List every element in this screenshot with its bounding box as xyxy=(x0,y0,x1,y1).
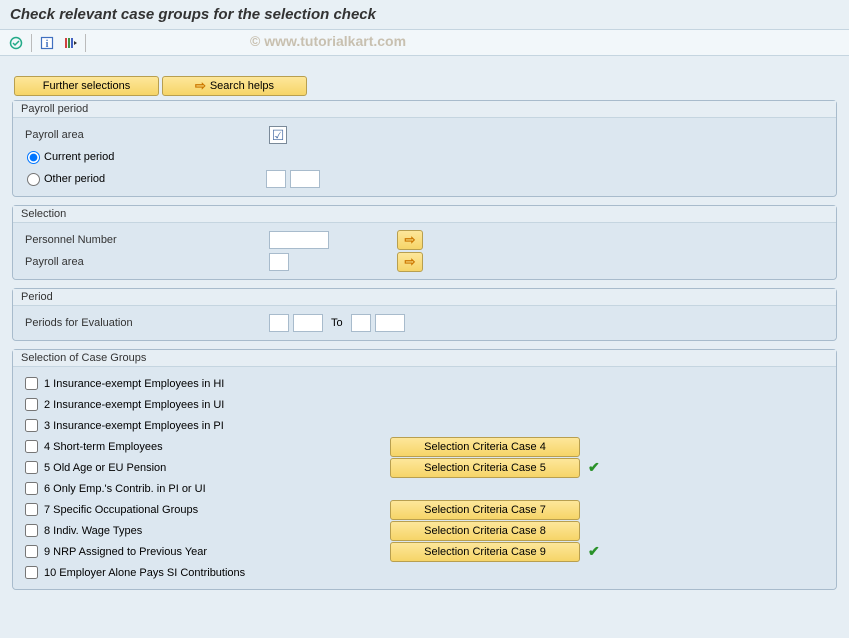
page-title: Check relevant case groups for the selec… xyxy=(0,0,849,30)
case-row: 8 Indiv. Wage Types Selection Criteria Ca… xyxy=(25,520,824,541)
criteria-button[interactable]: Selection Criteria Case 7 xyxy=(390,500,580,520)
case-checkbox[interactable] xyxy=(25,461,38,474)
case-row: 1 Insurance-exempt Employees in HI xyxy=(25,373,824,394)
case-checkbox[interactable] xyxy=(25,398,38,411)
further-selections-button[interactable]: Further selections xyxy=(14,76,159,96)
payroll-area-more-button[interactable]: ⇨ xyxy=(397,252,423,272)
group-title: Selection of Case Groups xyxy=(13,350,836,366)
case-checkbox[interactable] xyxy=(25,419,38,432)
period-from-1[interactable] xyxy=(269,314,289,332)
criteria-button[interactable]: Selection Criteria Case 9 xyxy=(390,542,580,562)
case-row: 5 Old Age or EU Pension Selection Criteri… xyxy=(25,457,824,478)
case-label: 4 Short-term Employees xyxy=(44,441,384,453)
case-checkbox[interactable] xyxy=(25,566,38,579)
svg-text:i: i xyxy=(46,39,49,50)
case-checkbox[interactable] xyxy=(25,377,38,390)
to-label: To xyxy=(327,317,347,329)
selection-group: Selection Personnel Number ⇨ Payroll are… xyxy=(12,205,837,280)
case-checkbox[interactable] xyxy=(25,524,38,537)
case-label: 2 Insurance-exempt Employees in UI xyxy=(44,399,384,411)
personnel-number-input[interactable] xyxy=(269,231,329,249)
group-title: Payroll period xyxy=(13,101,836,117)
criteria-button[interactable]: Selection Criteria Case 8 xyxy=(390,521,580,541)
search-helps-label: Search helps xyxy=(210,80,274,92)
criteria-button[interactable]: Selection Criteria Case 4 xyxy=(390,437,580,457)
arrow-icon: ⇨ xyxy=(195,78,206,94)
case-row: 6 Only Emp.'s Contrib. in PI or UI xyxy=(25,478,824,499)
case-checkbox[interactable] xyxy=(25,440,38,453)
execute-icon[interactable] xyxy=(6,34,26,52)
case-groups-group: Selection of Case Groups 1 Insurance-exe… xyxy=(12,349,837,590)
case-label: 10 Employer Alone Pays SI Contributions xyxy=(44,567,384,579)
personnel-number-label: Personnel Number xyxy=(25,234,265,246)
other-period-input-1[interactable] xyxy=(266,170,286,188)
case-label: 7 Specific Occupational Groups xyxy=(44,504,384,516)
case-checkbox[interactable] xyxy=(25,545,38,558)
case-label: 5 Old Age or EU Pension xyxy=(44,462,384,474)
case-label: 8 Indiv. Wage Types xyxy=(44,525,384,537)
personnel-number-more-button[interactable]: ⇨ xyxy=(397,230,423,250)
case-row: 2 Insurance-exempt Employees in UI xyxy=(25,394,824,415)
period-group: Period Periods for Evaluation To xyxy=(12,288,837,341)
payroll-area-label: Payroll area xyxy=(25,129,265,141)
case-label: 9 NRP Assigned to Previous Year xyxy=(44,546,384,558)
current-period-label: Current period xyxy=(44,151,114,163)
case-label: 3 Insurance-exempt Employees in PI xyxy=(44,420,384,432)
separator xyxy=(31,34,32,52)
check-icon: ✔ xyxy=(588,543,600,560)
info-icon[interactable]: i xyxy=(37,34,57,52)
case-checkbox[interactable] xyxy=(25,503,38,516)
case-row: 7 Specific Occupational Groups Selection … xyxy=(25,499,824,520)
current-period-radio[interactable] xyxy=(27,151,40,164)
case-row: 10 Employer Alone Pays SI Contributions xyxy=(25,562,824,583)
top-button-row: Further selections ⇨ Search helps xyxy=(8,76,841,96)
group-title: Period xyxy=(13,289,836,305)
content-area: Further selections ⇨ Search helps Payrol… xyxy=(0,56,849,638)
case-row: 3 Insurance-exempt Employees in PI xyxy=(25,415,824,436)
group-title: Selection xyxy=(13,206,836,222)
period-to-2[interactable] xyxy=(375,314,405,332)
period-from-2[interactable] xyxy=(293,314,323,332)
payroll-area-sel-input[interactable] xyxy=(269,253,289,271)
case-label: 1 Insurance-exempt Employees in HI xyxy=(44,378,384,390)
payroll-period-group: Payroll period Payroll area Current peri… xyxy=(12,100,837,197)
payroll-area-input[interactable] xyxy=(269,126,287,144)
search-helps-button[interactable]: ⇨ Search helps xyxy=(162,76,307,96)
case-row: 4 Short-term Employees Selection Criteria… xyxy=(25,436,824,457)
check-icon: ✔ xyxy=(588,459,600,476)
criteria-button[interactable]: Selection Criteria Case 5 xyxy=(390,458,580,478)
case-row: 9 NRP Assigned to Previous Year Selection… xyxy=(25,541,824,562)
periods-eval-label: Periods for Evaluation xyxy=(25,317,265,329)
period-to-1[interactable] xyxy=(351,314,371,332)
case-checkbox[interactable] xyxy=(25,482,38,495)
variant-icon[interactable] xyxy=(60,34,80,52)
other-period-radio[interactable] xyxy=(27,173,40,186)
separator xyxy=(85,34,86,52)
case-label: 6 Only Emp.'s Contrib. in PI or UI xyxy=(44,483,384,495)
other-period-input-2[interactable] xyxy=(290,170,320,188)
other-period-label: Other period xyxy=(44,173,262,185)
payroll-area-sel-label: Payroll area xyxy=(25,256,265,268)
toolbar: i xyxy=(0,30,849,56)
